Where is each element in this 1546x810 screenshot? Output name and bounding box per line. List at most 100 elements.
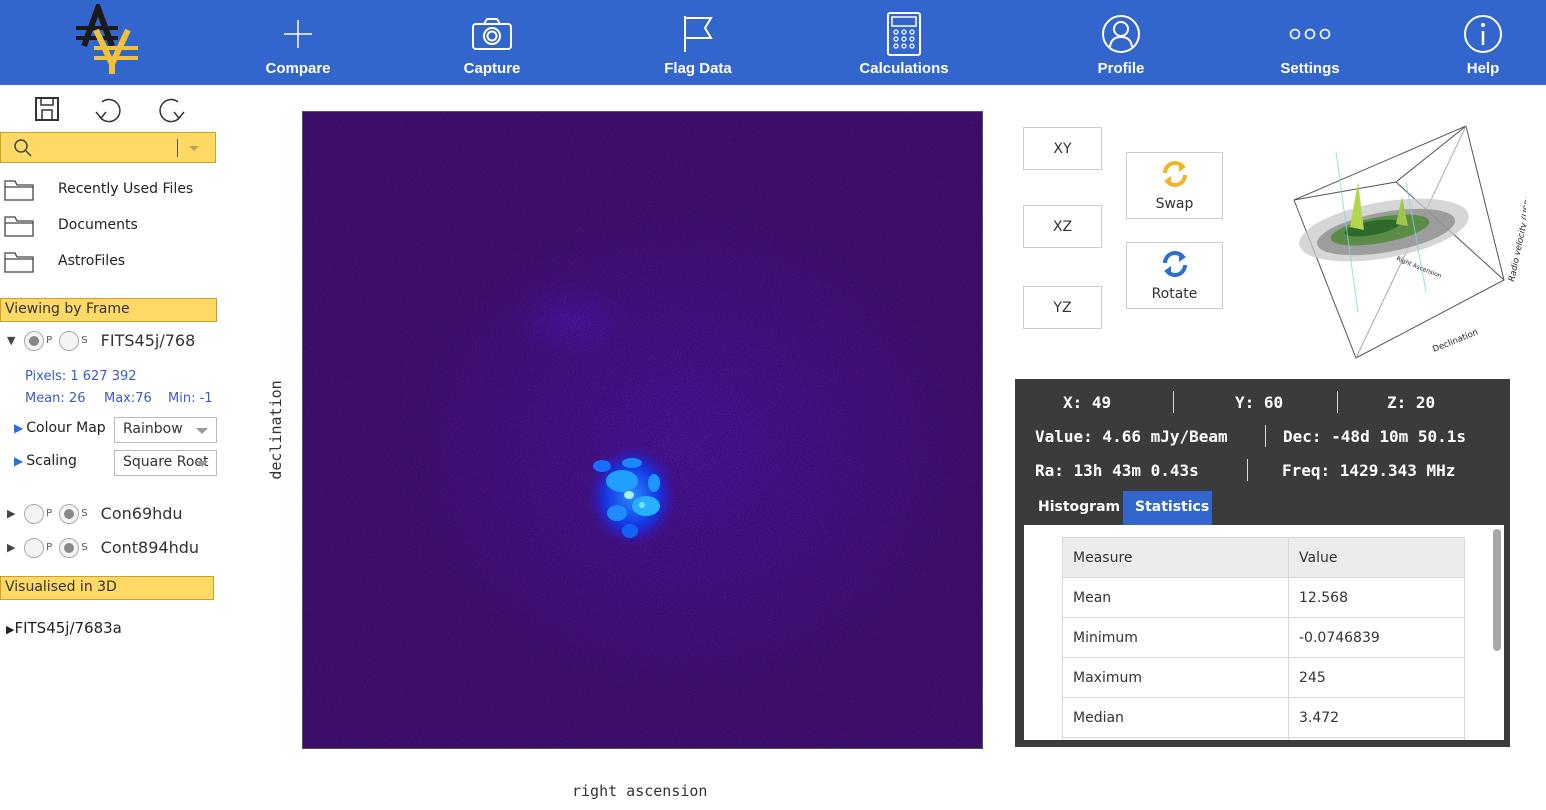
value-cell (1288, 737, 1465, 740)
cube-3d-view[interactable]: Radio velocity (USB) (km/s) Declination … (1276, 112, 1526, 374)
compare-button[interactable]: Compare (228, 0, 368, 85)
folder-documents[interactable]: Documents (0, 214, 220, 238)
y-axis-label-text: declination (267, 380, 285, 480)
expand-down-icon[interactable]: ▼ (7, 334, 19, 347)
value-cell: 245 (1288, 657, 1465, 698)
expand-right-icon: ▶ (14, 421, 24, 435)
profile-button[interactable]: Profile (1051, 0, 1191, 85)
table-row (1062, 737, 1465, 740)
primary-radio[interactable] (24, 537, 45, 558)
expand-right-icon: ▶ (14, 454, 24, 468)
image-noise (302, 111, 983, 749)
search-icon (14, 139, 32, 157)
radio-p-label: P (46, 335, 53, 346)
freq-value: Freq: 1429.343 MHz (1282, 461, 1456, 480)
settings-button[interactable]: Settings (1240, 0, 1380, 85)
fits-image-canvas[interactable] (302, 111, 983, 749)
x-axis-label: right ascension (572, 782, 708, 800)
column-header-measure: Measure (1062, 537, 1289, 578)
scaling-label: Scaling (26, 453, 77, 469)
folder-icon (4, 216, 34, 237)
table-row: Minimum -0.0746839 (1062, 617, 1465, 658)
divider (1265, 425, 1266, 447)
column-header-value: Value (1288, 537, 1465, 578)
view-yz-button[interactable]: YZ (1023, 286, 1102, 329)
chevron-down-icon[interactable] (189, 146, 199, 151)
folder-icon (4, 180, 34, 201)
rotate-button[interactable]: Rotate (1126, 242, 1223, 309)
camera-icon (472, 18, 512, 50)
coords-row: X: 49 Y: 60 Z: 20 (1015, 389, 1510, 419)
undo-icon[interactable] (92, 94, 122, 124)
tab-histogram[interactable]: Histogram (1026, 491, 1132, 525)
view-xz-button[interactable]: XZ (1023, 205, 1102, 248)
calculations-button[interactable]: Calculations (834, 0, 974, 85)
divider (1337, 391, 1338, 413)
radio-p-label: P (46, 542, 53, 553)
save-icon[interactable] (32, 94, 62, 124)
table-row: Maximum 245 (1062, 657, 1465, 698)
value-cell: -0.0746839 (1288, 617, 1465, 658)
radio-p-label: P (46, 508, 53, 519)
radio-s-label: S (81, 542, 88, 553)
search-input[interactable] (0, 132, 216, 163)
colour-map-value: Rainbow (123, 421, 183, 437)
ellipsis-icon (1289, 28, 1331, 40)
folder-astrofiles[interactable]: AstroFiles (0, 250, 220, 274)
z-coord: Z: 20 (1387, 393, 1436, 412)
secondary-radio[interactable] (59, 330, 80, 351)
y-coord: Y: 60 (1235, 393, 1284, 412)
folder-label: Documents (58, 217, 138, 233)
axis-velocity: Radio velocity (USB) (km/s) (1507, 166, 1526, 282)
frame-name: Con69hdu (100, 504, 183, 523)
source-blob (588, 446, 676, 546)
secondary-radio[interactable] (59, 537, 80, 558)
primary-radio[interactable] (24, 503, 45, 524)
swap-button[interactable]: Swap (1126, 152, 1223, 219)
plus-icon (284, 20, 312, 48)
radio-s-label: S (81, 335, 88, 346)
help-button[interactable]: Help (1413, 0, 1546, 85)
capture-button[interactable]: Capture (422, 0, 562, 85)
frame-row-con69hdu[interactable]: ▶ P S Con69hdu (7, 503, 235, 527)
visualised-item[interactable]: ▶FITS45j/7683a (6, 619, 122, 637)
help-label: Help (1466, 60, 1500, 77)
search-divider (177, 139, 178, 157)
measure-cell: Median (1062, 697, 1289, 738)
view-xy-button[interactable]: XY (1023, 127, 1102, 170)
measure-cell: Maximum (1062, 657, 1289, 698)
frame-name: FITS45j/768 (100, 331, 196, 350)
x-coord: X: 49 (1063, 393, 1112, 412)
folder-label: Recently Used Files (58, 181, 194, 197)
stats-scrollbar[interactable] (1493, 529, 1501, 651)
tab-statistics[interactable]: Statistics (1123, 491, 1212, 525)
flag-data-button[interactable]: Flag Data (628, 0, 768, 85)
calculator-icon (887, 12, 921, 56)
radio-s-label: S (81, 508, 88, 519)
calculations-label: Calculations (859, 60, 949, 77)
axis-dec: Declination (1431, 328, 1479, 355)
colour-map-toggle[interactable]: ▶ Colour Map (14, 420, 106, 436)
chevron-down-icon (196, 428, 208, 434)
value-dec-row: Value: 4.66 mJy/Beam Dec: -48d 10m 50.1s (1015, 423, 1510, 453)
redo-icon[interactable] (158, 94, 188, 124)
frame-min: Min: -1 (168, 391, 213, 406)
scaling-toggle[interactable]: ▶ Scaling (14, 453, 77, 469)
folder-recent[interactable]: Recently Used Files (0, 178, 220, 202)
frame-row-fits45j[interactable]: ▼ P S FITS45j/768 (7, 330, 235, 354)
info-icon (1464, 15, 1502, 53)
expand-right-icon[interactable]: ▶ (7, 507, 19, 520)
swap-label: Swap (1155, 196, 1194, 212)
value-cell: 3.472 (1288, 697, 1465, 738)
primary-radio[interactable] (24, 330, 45, 351)
compare-label: Compare (265, 60, 331, 77)
user-icon (1102, 15, 1140, 53)
secondary-radio[interactable] (59, 503, 80, 524)
scaling-select[interactable]: Square Root (114, 450, 217, 476)
measure-cell: Mean (1062, 577, 1289, 618)
rotate-label: Rotate (1151, 286, 1198, 302)
expand-right-icon[interactable]: ▶ (7, 541, 19, 554)
colour-map-select[interactable]: Rainbow (114, 417, 217, 443)
app-logo-icon[interactable] (66, 4, 144, 76)
frame-row-cont894hdu[interactable]: ▶ P S Cont894hdu (7, 537, 235, 561)
